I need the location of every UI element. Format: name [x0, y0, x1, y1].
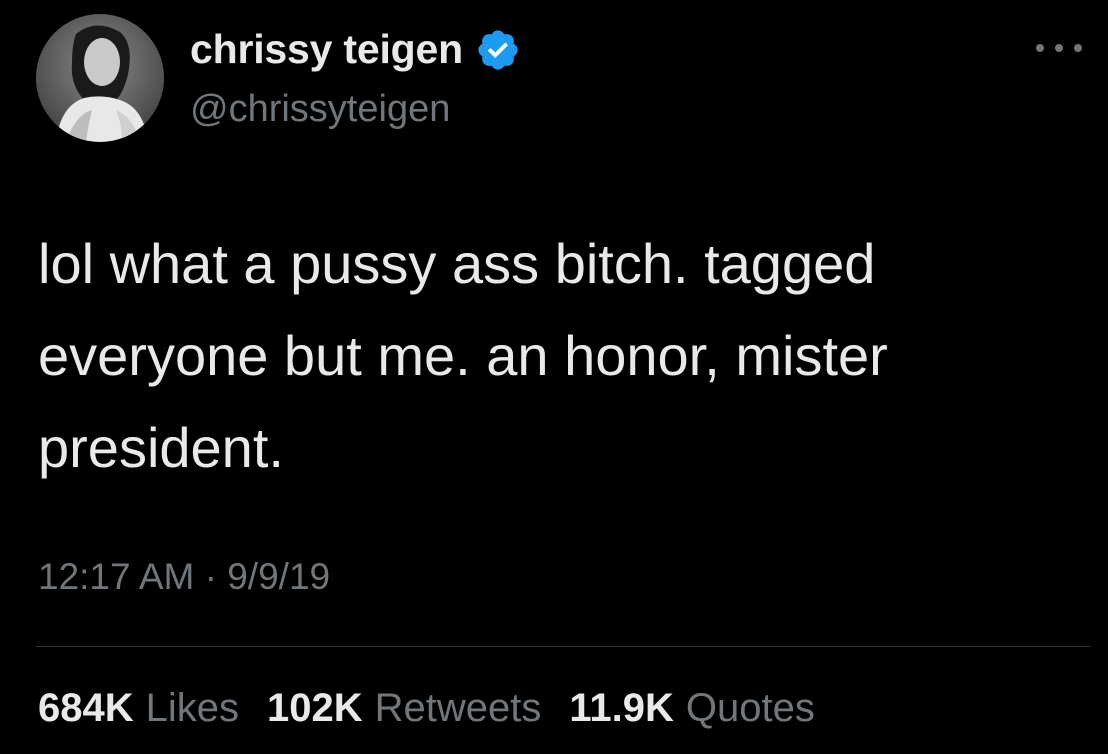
- tweet-text-line: everyone but me. an honor, mister: [38, 324, 888, 387]
- avatar[interactable]: [36, 14, 164, 142]
- author-name-row[interactable]: chrissy teigen: [190, 26, 521, 73]
- quotes-count: 11.9K: [569, 686, 674, 730]
- retweets-count: 102K: [267, 686, 363, 730]
- timestamp-separator: ·: [204, 556, 217, 597]
- engagement-stats: 684K Likes 102K Retweets 11.9K Quotes: [38, 686, 815, 731]
- tweet-timestamp[interactable]: 12:17 AM · 9/9/19: [38, 556, 330, 598]
- profile-photo-icon: [36, 14, 164, 142]
- tweet-text-line: lol what a pussy ass bitch. tagged: [38, 232, 876, 295]
- tweet-text-line: president.: [38, 416, 284, 479]
- retweets-stat[interactable]: 102K Retweets: [267, 686, 541, 731]
- quotes-label: Quotes: [685, 686, 815, 730]
- likes-label: Likes: [145, 686, 240, 730]
- tweet-text: lol what a pussy ass bitch. tagged every…: [38, 218, 1078, 494]
- quotes-stat[interactable]: 11.9K Quotes: [569, 686, 815, 731]
- more-options-icon[interactable]: [1036, 36, 1082, 60]
- verified-badge-icon: [475, 27, 521, 73]
- likes-stat[interactable]: 684K Likes: [38, 686, 239, 731]
- likes-count: 684K: [38, 686, 134, 730]
- tweet-date: 9/9/19: [227, 556, 331, 597]
- retweets-label: Retweets: [374, 686, 542, 730]
- tweet-time: 12:17 AM: [38, 556, 195, 597]
- author-display-name[interactable]: chrissy teigen: [190, 26, 463, 73]
- divider: [36, 646, 1090, 647]
- author-handle[interactable]: @chrissyteigen: [190, 88, 450, 131]
